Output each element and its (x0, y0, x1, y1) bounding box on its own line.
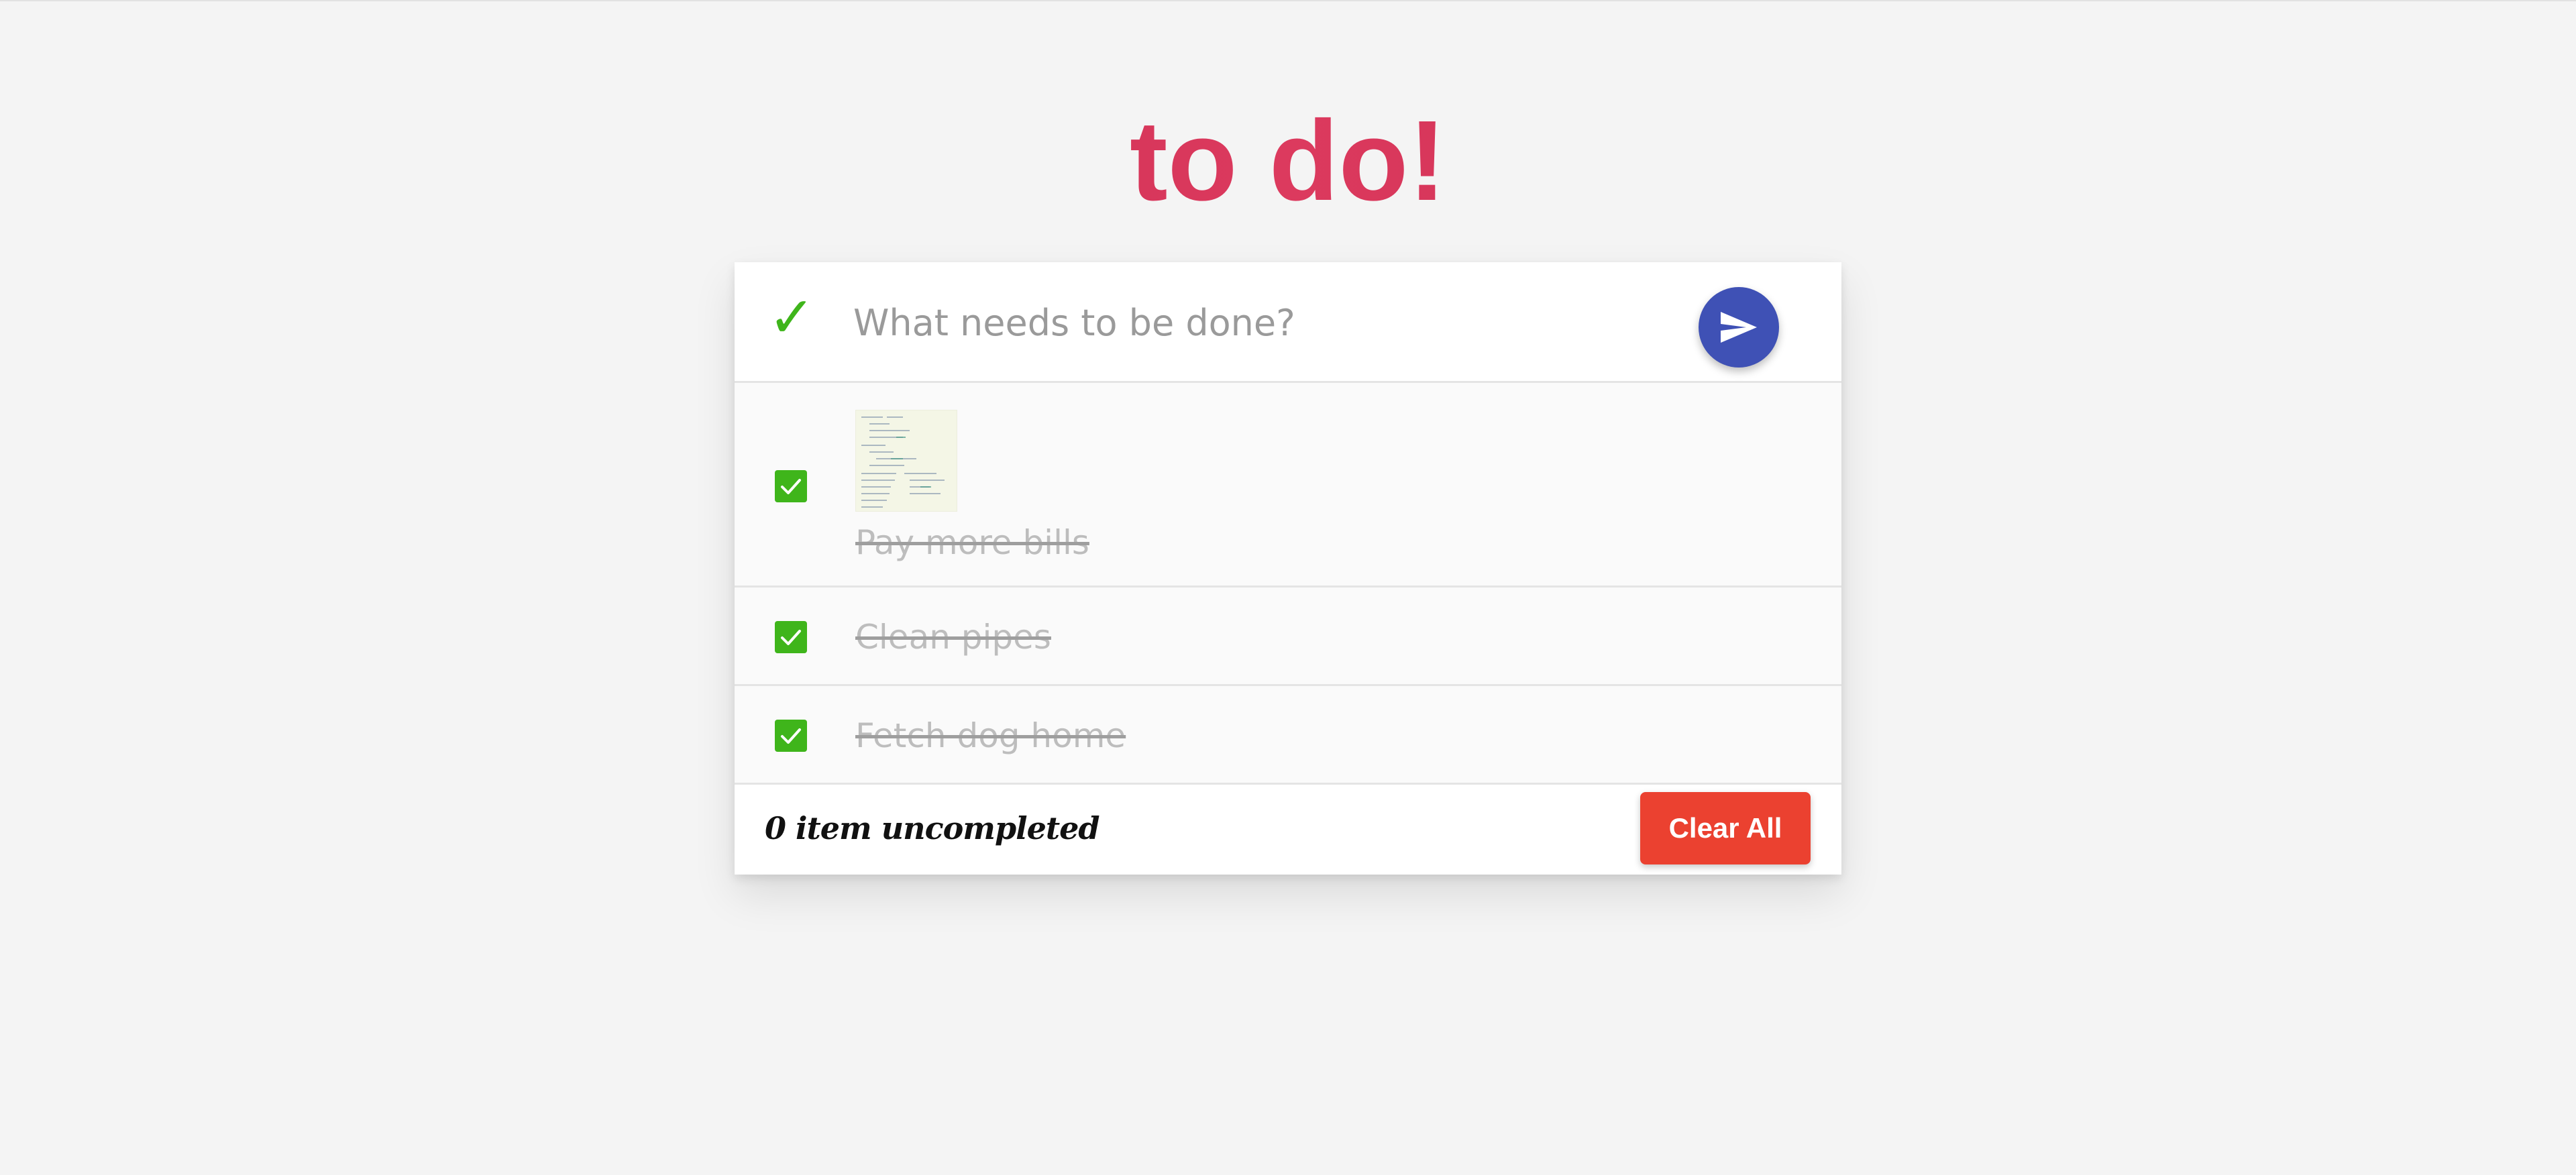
check-icon (781, 479, 801, 494)
send-button[interactable] (1699, 287, 1779, 368)
attachment-thumbnail[interactable] (855, 410, 957, 512)
check-icon (781, 630, 801, 645)
app-title: to do! (0, 94, 2576, 228)
todo-item: Clean pipes (735, 588, 1841, 686)
todo-item: Fetch dog home (735, 686, 1841, 785)
todo-card: ✓ What needs to be done? Pay more bills … (735, 262, 1841, 875)
top-divider (0, 0, 2576, 1)
clear-all-button[interactable]: Clear All (1640, 792, 1811, 864)
new-todo-input[interactable] (853, 289, 1591, 356)
todo-label: Fetch dog home (855, 716, 1126, 755)
todo-checkbox[interactable] (775, 621, 807, 653)
checkmark-icon[interactable]: ✓ (768, 284, 815, 351)
todo-checkbox[interactable] (775, 470, 807, 502)
check-icon (781, 728, 801, 744)
todo-label: Pay more bills (855, 523, 1089, 562)
todo-footer: 0 item uncompleted Clear All (735, 785, 1841, 875)
todo-item: Pay more bills (735, 383, 1841, 588)
new-todo-row: ✓ (735, 262, 1841, 383)
uncompleted-count: 0 item uncompleted (765, 810, 1100, 846)
todo-label: Clean pipes (855, 618, 1051, 657)
send-icon (1721, 312, 1757, 343)
todo-checkbox[interactable] (775, 720, 807, 752)
